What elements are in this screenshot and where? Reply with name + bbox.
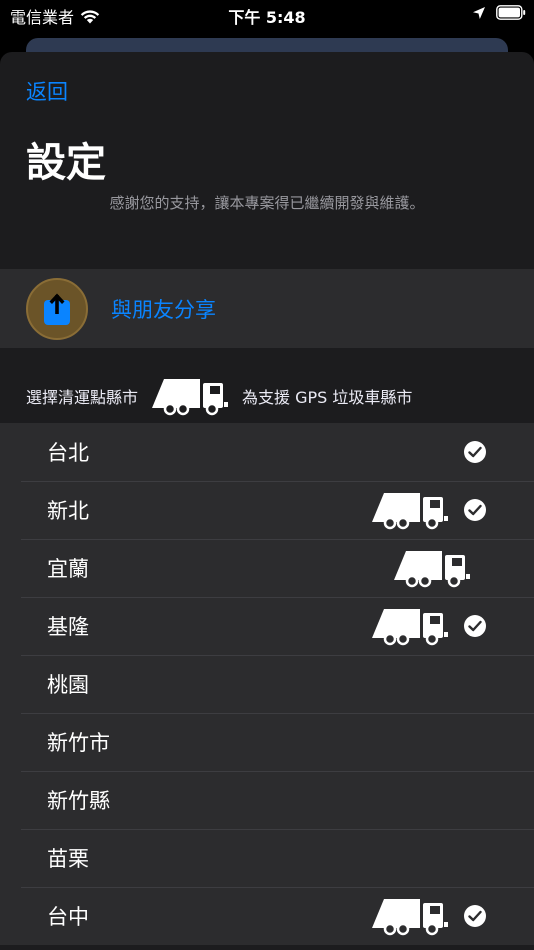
city-row-indicators — [370, 481, 486, 539]
checkmark-icon — [464, 499, 486, 521]
city-name: 新北 — [47, 499, 89, 523]
share-label: 與朋友分享 — [111, 297, 216, 322]
status-bar: 電信業者 下午 5:48 — [0, 0, 534, 30]
city-row[interactable]: 新竹縣 — [0, 771, 534, 829]
garbage-truck-icon — [370, 896, 450, 936]
city-name: 台中 — [47, 905, 89, 929]
city-row[interactable]: 桃園 — [0, 655, 534, 713]
garbage-truck-icon — [392, 548, 472, 588]
city-name: 新竹縣 — [47, 789, 110, 813]
city-name: 宜蘭 — [47, 557, 89, 581]
location-arrow-icon — [473, 6, 485, 19]
status-time: 下午 5:48 — [228, 8, 306, 27]
checkmark-icon — [464, 615, 486, 637]
city-row[interactable]: 宜蘭 — [0, 539, 534, 597]
garbage-truck-icon — [152, 378, 229, 415]
settings-sheet: 返回 設定 感謝您的支持，讓本專案得已繼續開發與維護。 與朋友分享 選擇清運點縣… — [0, 52, 534, 950]
city-name: 新竹市 — [47, 731, 110, 755]
share-with-friends-row[interactable]: 與朋友分享 — [0, 269, 534, 348]
garbage-truck-icon — [370, 490, 450, 530]
back-button[interactable]: 返回 — [26, 76, 68, 106]
checkmark-icon — [464, 905, 486, 927]
city-row[interactable]: 新北 — [0, 481, 534, 539]
status-right — [472, 5, 526, 20]
city-name: 基隆 — [47, 615, 89, 639]
city-list: 台北新北 宜蘭 基隆 桃園新竹市新竹縣苗栗台中 — [0, 423, 534, 945]
city-row[interactable]: 苗栗 — [0, 829, 534, 887]
section-right-text: 為支援 GPS 垃圾車縣市 — [242, 387, 413, 407]
garbage-truck-icon — [370, 606, 450, 646]
city-row[interactable]: 新竹市 — [0, 713, 534, 771]
page-title: 設定 — [26, 140, 106, 186]
section-left-text: 選擇清運點縣市 — [26, 387, 139, 407]
city-name: 桃園 — [47, 673, 89, 697]
section-header: 選擇清運點縣市 為支援 GPS 垃圾車縣市 — [0, 348, 534, 423]
city-row[interactable]: 台北 — [0, 423, 534, 481]
city-row[interactable]: 台中 — [0, 887, 534, 945]
city-row[interactable]: 基隆 — [0, 597, 534, 655]
checkmark-icon — [464, 441, 486, 463]
city-row-indicators — [370, 887, 486, 945]
city-row-indicators — [370, 597, 486, 655]
battery-icon — [496, 5, 526, 20]
city-row-indicators — [464, 423, 486, 481]
page-subtitle: 感謝您的支持，讓本專案得已繼續開發與維護。 — [109, 194, 425, 212]
share-icon — [26, 277, 88, 340]
city-name: 苗栗 — [47, 847, 89, 871]
city-row-indicators — [392, 539, 486, 597]
city-name: 台北 — [47, 441, 89, 465]
